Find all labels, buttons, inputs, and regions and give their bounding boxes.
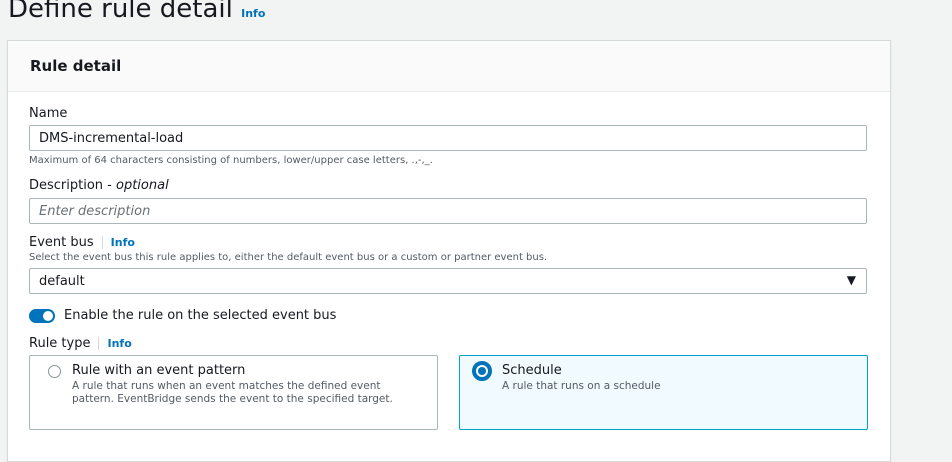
enable-rule-toggle[interactable] <box>29 309 55 323</box>
event-bus-hint: Select the event bus this rule applies t… <box>29 252 548 263</box>
name-input[interactable]: DMS-incremental-load <box>29 125 867 151</box>
description-input[interactable]: Enter description <box>29 198 867 224</box>
radio-button-selected[interactable] <box>472 361 492 381</box>
event-bus-select[interactable]: default ▼ <box>29 268 867 294</box>
rule-type-event-pattern-option[interactable]: Rule with an event pattern A rule that r… <box>29 355 438 430</box>
event-bus-label: Event bus Info <box>29 235 135 250</box>
option-description: A rule that runs on a schedule <box>502 380 661 392</box>
page-title: Define rule detail Info <box>8 0 266 24</box>
rule-type-info-link[interactable]: Info <box>107 337 131 350</box>
caret-down-icon: ▼ <box>846 273 856 287</box>
event-bus-info-link[interactable]: Info <box>111 236 135 249</box>
panel-header: Rule detail <box>8 41 890 92</box>
option-title: Schedule <box>502 363 562 378</box>
option-title: Rule with an event pattern <box>72 363 246 378</box>
enable-rule-label: Enable the rule on the selected event bu… <box>64 308 337 323</box>
option-description: A rule that runs when an event matches t… <box>72 380 393 405</box>
radio-button[interactable] <box>48 365 61 378</box>
rule-type-schedule-option[interactable]: Schedule A rule that runs on a schedule <box>459 355 868 430</box>
description-label: Description - optional <box>29 178 169 193</box>
name-hint: Maximum of 64 characters consisting of n… <box>29 155 433 166</box>
page-info-link[interactable]: Info <box>241 7 265 20</box>
rule-type-label: Rule type Info <box>29 336 132 351</box>
panel-title: Rule detail <box>30 57 122 75</box>
name-label: Name <box>29 106 68 121</box>
